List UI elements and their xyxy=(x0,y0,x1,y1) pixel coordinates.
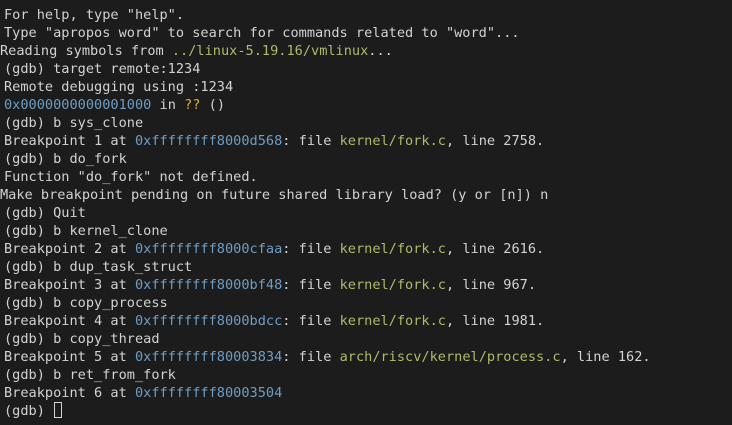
line-text: , line 162. xyxy=(560,349,651,365)
terminal-line: (gdb) b copy_thread xyxy=(0,330,732,348)
address-text: 0xffffffff8000bf48 xyxy=(134,277,283,293)
terminal-line: (gdb) b sys_clone xyxy=(0,114,732,132)
terminal-line: (gdb) target remote:1234 xyxy=(0,60,732,78)
file-path-text: kernel/fork.c xyxy=(339,277,446,293)
line-text: (gdb) b kernel_clone xyxy=(4,223,168,239)
unknown-symbol-text: ?? xyxy=(184,97,201,113)
terminal-line: (gdb) b copy_process xyxy=(0,294,732,312)
file-path-text: ../linux-5.19.16/vmlinux xyxy=(171,43,369,59)
line-text: Remote debugging using :1234 xyxy=(4,79,234,95)
line-text: Breakpoint 5 at xyxy=(4,349,135,365)
address-text: 0xffffffff8000cfaa xyxy=(134,241,283,257)
address-text: 0xffffffff80003834 xyxy=(134,349,283,365)
line-text: (gdb) target remote:1234 xyxy=(4,61,201,77)
file-path-text: arch/riscv/kernel/process.c xyxy=(339,349,561,365)
terminal-output: For help, type "help". Type "apropos word… xyxy=(0,6,732,402)
line-text: : file xyxy=(282,277,340,293)
line-text: (gdb) b copy_thread xyxy=(4,331,160,347)
line-text: Type "apropos word" to search for comman… xyxy=(4,25,520,41)
terminal-line: Function "do_fork" not defined. xyxy=(0,168,732,186)
terminal-line: Breakpoint 4 at 0xffffffff8000bdcc: file… xyxy=(0,312,732,330)
gdb-prompt: (gdb) xyxy=(4,403,54,419)
line-text: (gdb) b sys_clone xyxy=(4,115,144,131)
line-text: : file xyxy=(282,313,340,329)
terminal-line: (gdb) b do_fork xyxy=(0,150,732,168)
line-text: For help, type "help". xyxy=(4,7,185,23)
terminal-line: 0x0000000000001000 in ?? () xyxy=(0,96,732,114)
line-text: (gdb) b dup_task_struct xyxy=(4,259,193,275)
terminal-line: Type "apropos word" to search for comman… xyxy=(0,24,732,42)
line-text: Breakpoint 6 at xyxy=(4,385,135,401)
terminal-line: Breakpoint 6 at 0xffffffff80003504 xyxy=(0,384,732,402)
terminal-line: (gdb) Quit xyxy=(0,204,732,222)
text-cursor xyxy=(54,402,63,418)
line-text: () xyxy=(200,97,226,113)
line-text: Reading symbols from xyxy=(0,43,172,59)
terminal-line: (gdb) b kernel_clone xyxy=(0,222,732,240)
line-text: Breakpoint 2 at xyxy=(4,241,135,257)
terminal-line: (gdb) b dup_task_struct xyxy=(0,258,732,276)
file-path-text: kernel/fork.c xyxy=(339,133,446,149)
terminal-line: Remote debugging using :1234 xyxy=(0,78,732,96)
terminal-line: Breakpoint 3 at 0xffffffff8000bf48: file… xyxy=(0,276,732,294)
line-text: in xyxy=(151,97,185,113)
terminal-line: For help, type "help". xyxy=(0,6,732,24)
line-text: Make breakpoint pending on future shared… xyxy=(0,187,549,203)
line-text: , line 1981. xyxy=(445,313,545,329)
line-text: , line 2758. xyxy=(445,133,545,149)
line-text: : file xyxy=(282,349,340,365)
line-text: Function "do_fork" not defined. xyxy=(4,169,258,185)
line-text: , line 2616. xyxy=(445,241,545,257)
address-text: 0x0000000000001000 xyxy=(4,97,152,113)
line-text: : file xyxy=(282,241,340,257)
address-text: 0xffffffff80003504 xyxy=(134,385,283,401)
address-text: 0xffffffff8000bdcc xyxy=(134,313,283,329)
line-text: : file xyxy=(282,133,340,149)
line-text: ... xyxy=(368,43,393,59)
terminal-window[interactable]: For help, type "help". Type "apropos word… xyxy=(0,0,732,425)
prompt-line[interactable]: (gdb) xyxy=(0,402,732,420)
line-text: (gdb) b copy_process xyxy=(4,295,168,311)
terminal-line: Breakpoint 5 at 0xffffffff80003834: file… xyxy=(0,348,732,366)
line-text: Breakpoint 3 at xyxy=(4,277,135,293)
terminal-line: Make breakpoint pending on future shared… xyxy=(0,186,732,204)
line-text: Breakpoint 4 at xyxy=(4,313,135,329)
terminal-line: Breakpoint 1 at 0xffffffff8000d568: file… xyxy=(0,132,732,150)
terminal-line: Breakpoint 2 at 0xffffffff8000cfaa: file… xyxy=(0,240,732,258)
file-path-text: kernel/fork.c xyxy=(339,313,446,329)
line-text: (gdb) b ret_from_fork xyxy=(4,367,176,383)
terminal-line: Reading symbols from ../linux-5.19.16/vm… xyxy=(0,42,732,60)
line-text: , line 967. xyxy=(445,277,537,293)
line-text: (gdb) b do_fork xyxy=(4,151,127,167)
terminal-line: (gdb) b ret_from_fork xyxy=(0,366,732,384)
line-text: (gdb) Quit xyxy=(4,205,86,221)
file-path-text: kernel/fork.c xyxy=(339,241,446,257)
line-text: Breakpoint 1 at xyxy=(4,133,135,149)
address-text: 0xffffffff8000d568 xyxy=(134,133,283,149)
